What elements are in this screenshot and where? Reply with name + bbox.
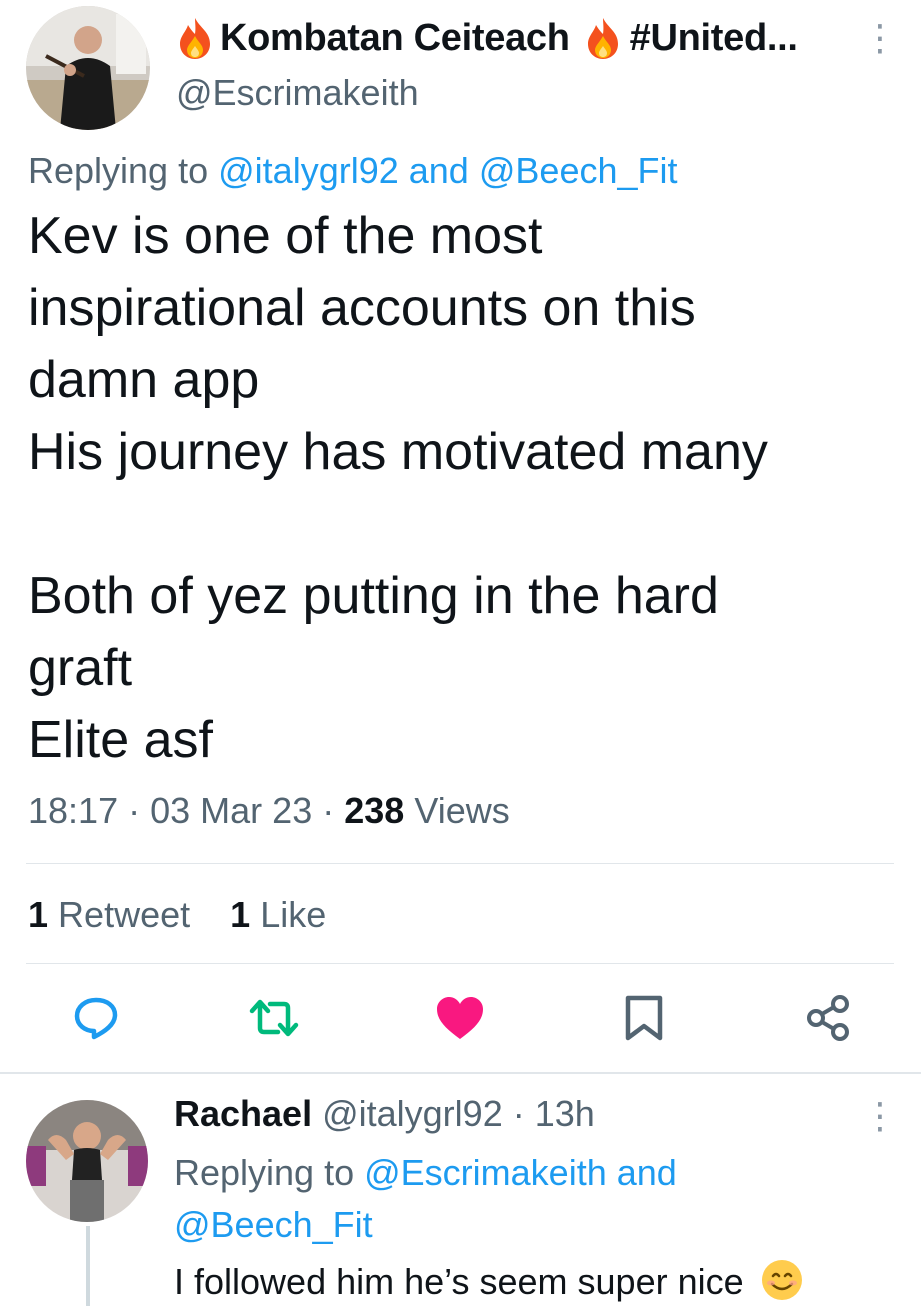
tweet-stats: 1 Retweet 1 Like [28,894,326,936]
bookmark-button[interactable] [614,988,674,1048]
author-name-row[interactable]: Kombatan Ceiteach #United... [176,12,798,64]
replying-to-link-beech-fit[interactable]: @Beech_Fit [479,150,678,191]
replying-to-prefix: Replying to [28,150,209,191]
reply-text-body: I followed him he’s seem super nice [174,1261,744,1303]
thread-connector-line [86,1226,90,1306]
divider [26,963,894,964]
like-button[interactable] [430,988,490,1048]
reply-handle[interactable]: @italygrl92 [322,1093,503,1134]
retweet-count: 1 [28,894,49,935]
replying-to-and: and [408,150,469,191]
tweet-text: Kev is one of the most inspirational acc… [28,207,768,769]
heart-icon [437,997,483,1039]
reply-header: Rachael @italygrl92 · 13h [174,1093,595,1135]
author-display-name: Kombatan Ceiteach [220,16,570,59]
retweet-button[interactable] [244,988,304,1048]
share-button[interactable] [798,988,858,1048]
author-name-suffix: #United... [629,16,798,59]
reply-icon [74,997,118,1040]
section-separator [0,1072,921,1074]
divider [26,863,894,864]
like-stat[interactable]: 1 Like [230,894,326,935]
reply-text: I followed him he’s seem super nice [174,1258,804,1311]
replying-to-line: Replying to @italygrl92 and @Beech_Fit [28,150,678,192]
reply-more-options-icon[interactable]: ⋮ [862,1098,898,1134]
tweet-date[interactable]: 03 Mar 23 [150,790,312,831]
fire-emoji-icon [176,16,214,60]
reply-display-name[interactable]: Rachael [174,1093,312,1134]
meta-separator: · [128,790,141,831]
author-handle[interactable]: @Escrimakeith [176,72,419,114]
author-avatar[interactable] [26,6,150,130]
tweet-more-options-icon[interactable]: ⋮ [862,20,898,56]
like-label: Like [260,894,327,935]
fire-emoji-icon [584,16,622,60]
retweet-stat[interactable]: 1 Retweet [28,894,190,935]
tweet-time[interactable]: 18:17 [28,790,118,831]
reply-time-ago[interactable]: 13h [535,1093,595,1134]
tweet-meta: 18:17 · 03 Mar 23 · 238 Views [28,790,510,832]
meta-separator: · [512,1093,525,1134]
views-label: Views [414,790,510,831]
replying-to-prefix: Replying to [174,1152,355,1193]
replying-to-and: and [616,1152,677,1193]
retweet-label: Retweet [58,894,191,935]
smiling-face-emoji-icon [760,1258,804,1311]
replying-to-link-italygrl92[interactable]: @italygrl92 [218,150,399,191]
meta-separator: · [322,790,335,831]
bookmark-icon [625,995,663,1041]
share-icon [807,995,849,1041]
reply-replying-to-line: Replying to @Escrimakeith and @Beech_Fit [174,1147,774,1251]
replying-to-link-escrimakeith[interactable]: @Escrimakeith [364,1152,607,1193]
views-count: 238 [344,790,405,831]
replying-to-link-beech-fit[interactable]: @Beech_Fit [174,1204,373,1245]
reply-button[interactable] [66,988,126,1048]
reply-author-avatar[interactable] [26,1100,148,1222]
retweet-icon [249,999,299,1037]
like-count: 1 [230,894,251,935]
